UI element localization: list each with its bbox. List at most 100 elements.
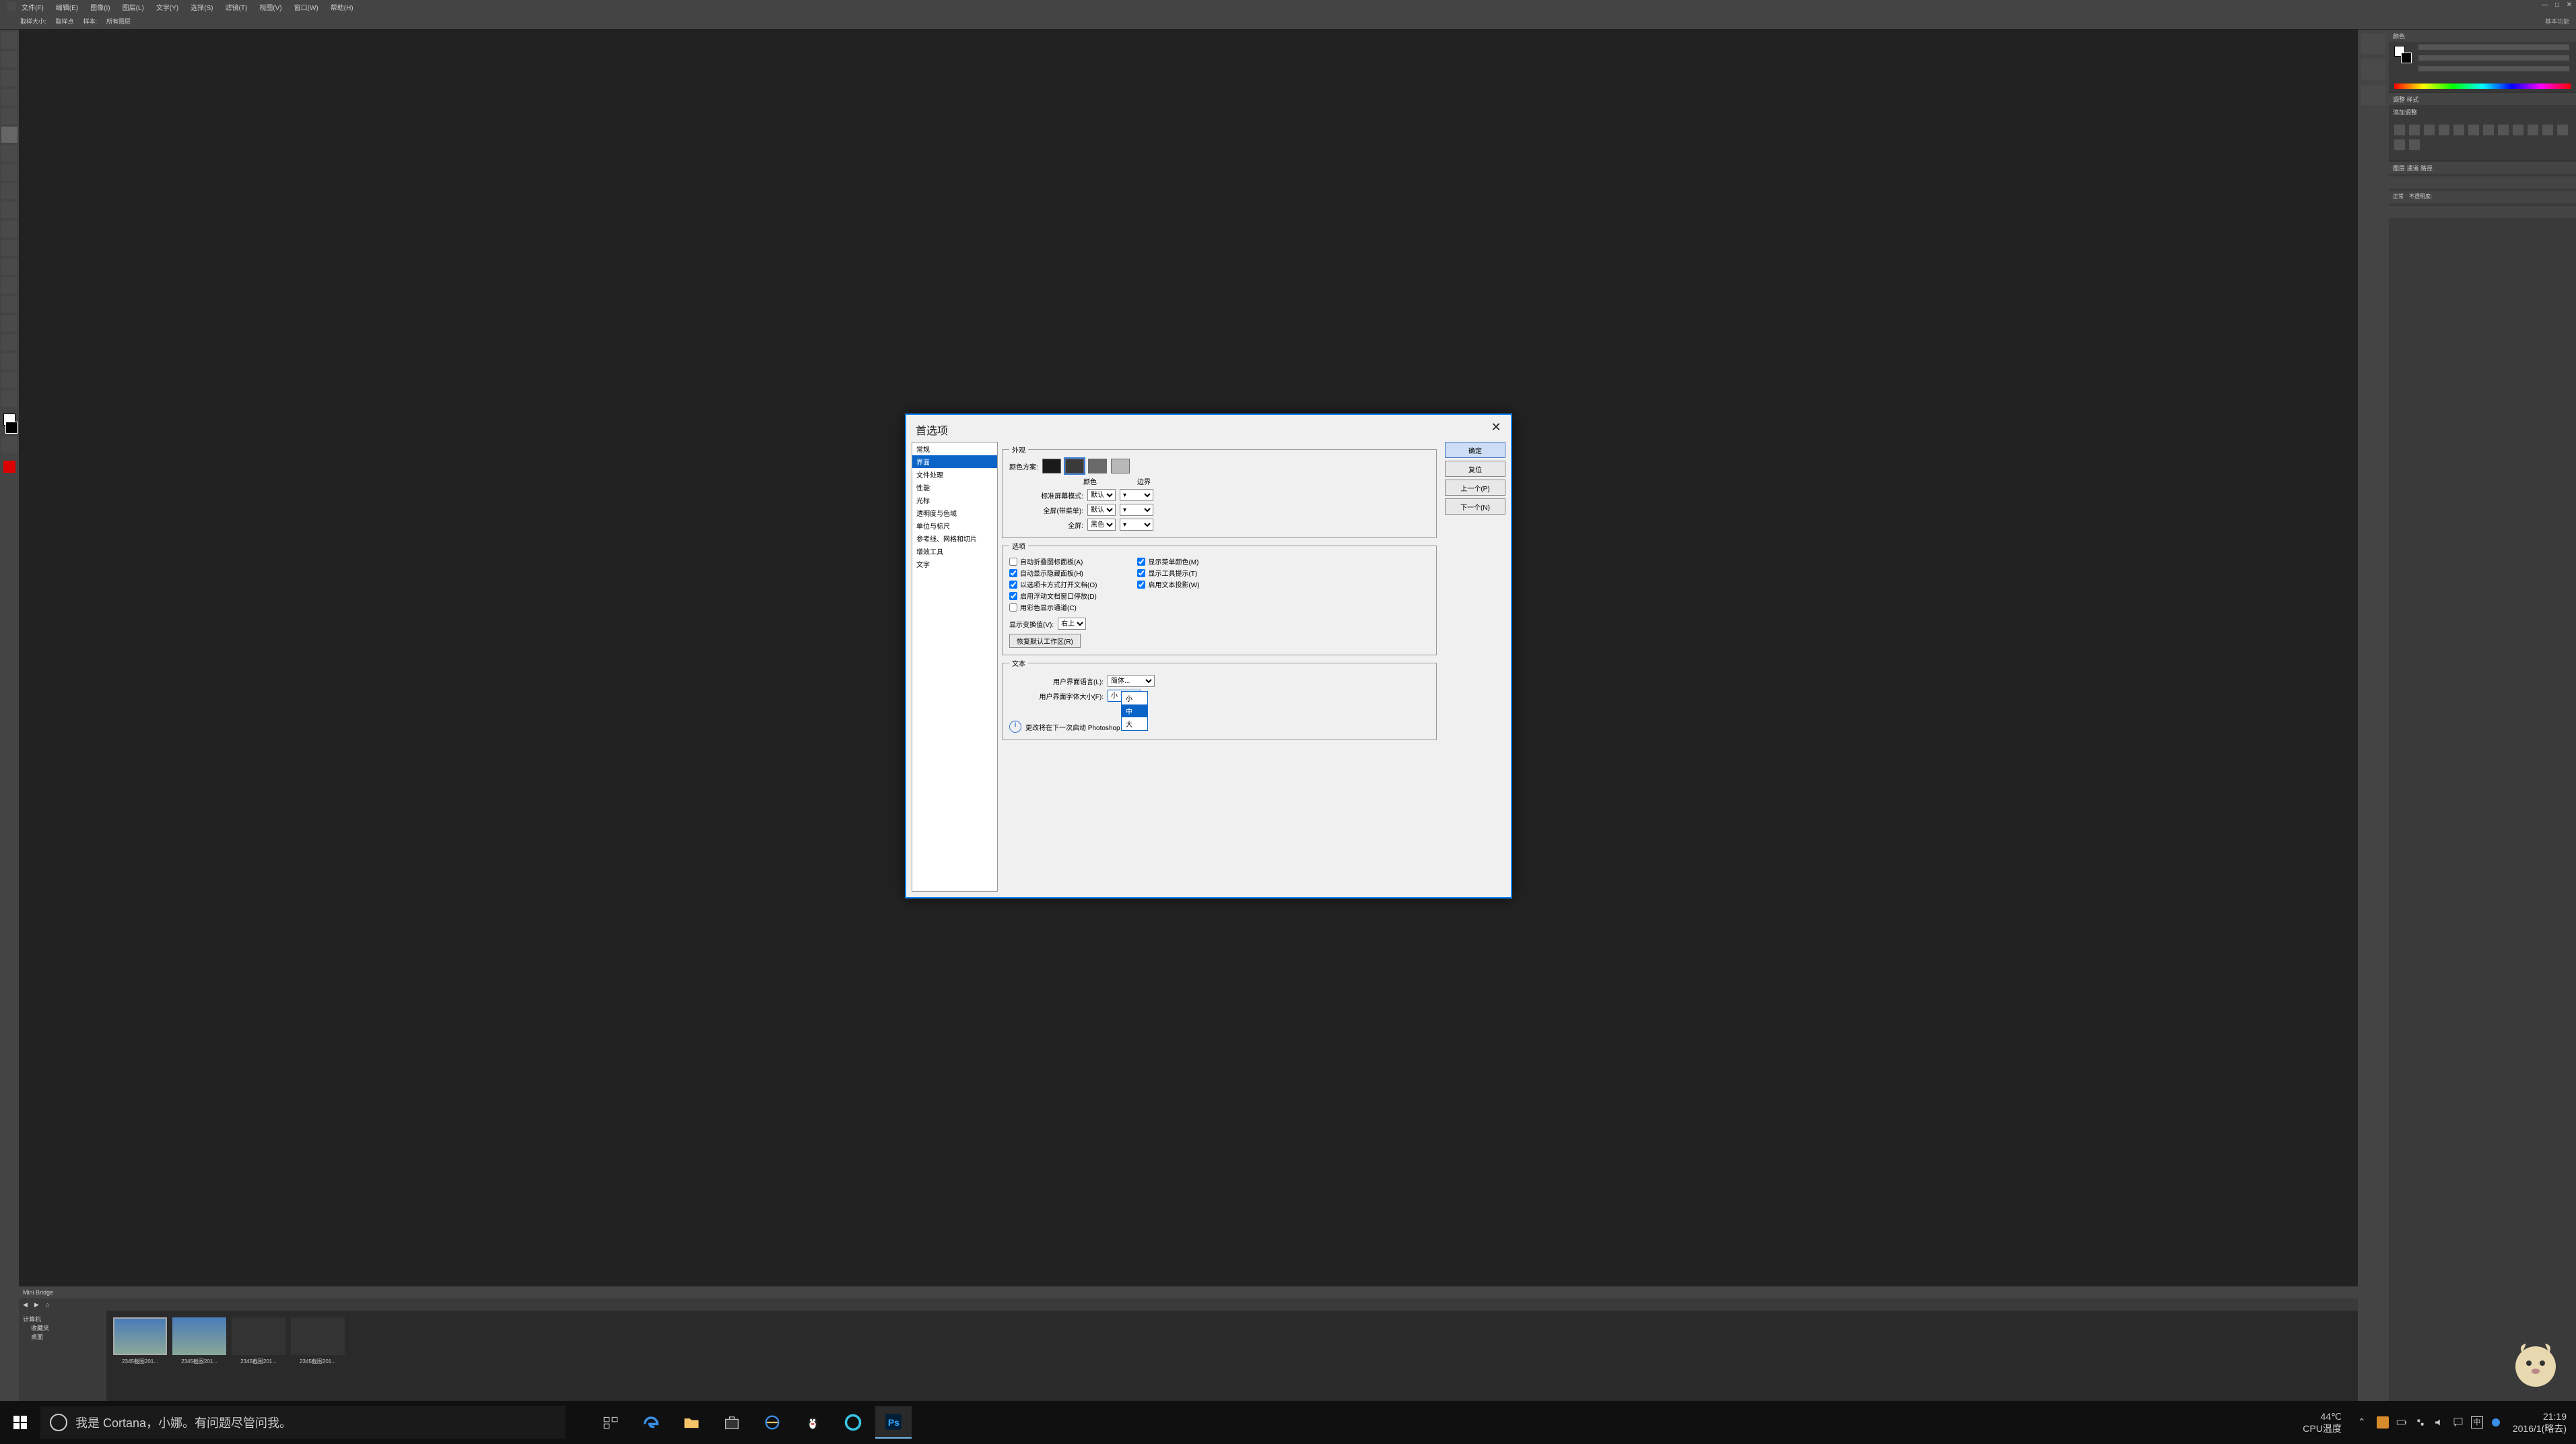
chk-text-shadow[interactable] [1137, 581, 1145, 589]
close-icon[interactable]: ✕ [2565, 1, 2573, 9]
opt-sample-value[interactable]: 取样点 [56, 17, 74, 26]
workspace-switcher[interactable]: 基本功能 [2545, 17, 2569, 26]
cancel-button[interactable]: 复位 [1445, 461, 1505, 477]
gradient-map-icon[interactable] [2394, 139, 2405, 150]
screen-mode-icon[interactable] [3, 461, 15, 473]
photoshop-app-icon[interactable]: Ps [875, 1406, 912, 1439]
eraser-tool-icon[interactable] [1, 221, 18, 237]
adjustments-panel-tab[interactable]: 调整 样式 [2389, 93, 2576, 105]
stamp-tool-icon[interactable] [1, 183, 18, 199]
menu-window[interactable]: 窗口(W) [294, 2, 318, 12]
browser-app-icon[interactable] [835, 1406, 871, 1439]
task-view-icon[interactable] [592, 1406, 629, 1439]
dodge-tool-icon[interactable] [1, 277, 18, 294]
start-button[interactable] [4, 1406, 36, 1439]
quickmask-icon[interactable] [1, 436, 18, 453]
menu-filter[interactable]: 滤镜(T) [226, 2, 248, 12]
bridge-nav-icon[interactable]: ⌂ [46, 1301, 49, 1308]
menu-type[interactable]: 文字(Y) [156, 2, 178, 12]
selective-color-icon[interactable] [2409, 139, 2420, 150]
hand-tool-icon[interactable] [1, 372, 18, 388]
paragraph-dock-icon[interactable] [2361, 85, 2385, 105]
full-border-select[interactable]: ▾ [1120, 519, 1153, 531]
pref-cat-guides[interactable]: 参考线、网格和切片 [912, 532, 997, 545]
reset-workspace-button[interactable]: 恢复默认工作区(R) [1009, 634, 1081, 648]
layer-lock-row[interactable] [2389, 206, 2576, 218]
history-brush-tool-icon[interactable] [1, 202, 18, 218]
menu-select[interactable]: 选择(S) [191, 2, 213, 12]
move-tool-icon[interactable] [1, 32, 18, 48]
layer-blend-row[interactable]: 正常 不透明度: [2389, 191, 2576, 203]
pref-cat-cursors[interactable]: 光标 [912, 494, 997, 506]
type-tool-icon[interactable] [1, 315, 18, 331]
path-tool-icon[interactable] [1, 334, 18, 350]
temp-widget[interactable]: 44℃ CPU温度 [2303, 1410, 2342, 1435]
chk-channels-color[interactable] [1009, 603, 1017, 612]
scheme-swatch-1[interactable] [1042, 459, 1061, 473]
explorer-app-icon[interactable] [673, 1406, 710, 1439]
invert-icon[interactable] [2528, 125, 2538, 135]
full-color-select[interactable]: 黑色 [1087, 519, 1116, 531]
next-button[interactable]: 下一个(N) [1445, 498, 1505, 515]
pref-cat-general[interactable]: 常规 [912, 442, 997, 455]
pref-cat-filehandling[interactable]: 文件处理 [912, 468, 997, 481]
tray-notifications-icon[interactable] [2452, 1416, 2464, 1429]
cortana-search[interactable]: 我是 Cortana，小娜。有问题尽管问我。 [40, 1406, 566, 1439]
wand-tool-icon[interactable] [1, 89, 18, 105]
pref-cat-transparency[interactable]: 透明度与色域 [912, 506, 997, 519]
color-bg-swatch[interactable] [2401, 53, 2412, 63]
size-option-large[interactable]: 大 [1122, 717, 1147, 730]
chk-open-tabs[interactable] [1009, 581, 1017, 589]
scheme-swatch-4[interactable] [1111, 459, 1130, 473]
thumbnail-item[interactable]: 2345截图201... [113, 1317, 167, 1394]
size-option-small[interactable]: 小 [1122, 692, 1147, 704]
sidebar-favorites[interactable]: 收藏夹 [23, 1323, 102, 1332]
hue-ramp[interactable] [2394, 84, 2571, 89]
blur-tool-icon[interactable] [1, 259, 18, 275]
layers-panel-tab[interactable]: 图层 通道 路径 [2389, 162, 2576, 174]
opt-sample2-value[interactable]: 所有图层 [106, 17, 131, 26]
channel-mixer-icon[interactable] [2513, 125, 2523, 135]
layer-filter-row[interactable] [2389, 176, 2576, 189]
menu-help[interactable]: 帮助(H) [331, 2, 353, 12]
std-screen-color-select[interactable]: 默认 [1087, 489, 1116, 501]
vibrance-icon[interactable] [2453, 125, 2464, 135]
tray-battery-icon[interactable] [2396, 1416, 2408, 1429]
sidebar-desktop[interactable]: 桌面 [23, 1332, 102, 1341]
ui-lang-select[interactable]: 简体... [1108, 675, 1155, 687]
tray-network-icon[interactable] [2414, 1416, 2427, 1429]
menu-edit[interactable]: 编辑(E) [56, 2, 78, 12]
prev-button[interactable]: 上一个(P) [1445, 480, 1505, 496]
desktop-mascot[interactable] [2502, 1330, 2569, 1397]
fullmenu-border-select[interactable]: ▾ [1120, 504, 1153, 516]
chk-float-dock[interactable] [1009, 592, 1017, 600]
pen-tool-icon[interactable] [1, 296, 18, 313]
eyedropper-tool-icon[interactable] [1, 127, 18, 143]
dialog-close-icon[interactable]: ✕ [1488, 420, 1504, 436]
mini-bridge-tab[interactable]: Mini Bridge [19, 1286, 2358, 1299]
history-dock-icon[interactable] [2361, 34, 2385, 54]
exposure-icon[interactable] [2439, 125, 2449, 135]
color-sliders[interactable] [2418, 44, 2569, 77]
blend-mode-value[interactable]: 正常 [2393, 193, 2404, 202]
tray-ime-badge[interactable]: 中 [2471, 1416, 2483, 1429]
chk-tooltips[interactable] [1137, 569, 1145, 577]
background-color-swatch[interactable] [5, 422, 18, 434]
scheme-swatch-3[interactable] [1088, 459, 1107, 473]
show-transform-select[interactable]: 右上 [1058, 618, 1086, 630]
zoom-tool-icon[interactable] [1, 391, 18, 407]
lasso-tool-icon[interactable] [1, 70, 18, 86]
minimize-icon[interactable]: — [2541, 1, 2549, 9]
chk-auto-collapse[interactable] [1009, 558, 1017, 566]
edge-app-icon[interactable] [633, 1406, 669, 1439]
qq-app-icon[interactable] [794, 1406, 831, 1439]
crop-tool-icon[interactable] [1, 108, 18, 124]
hue-icon[interactable] [2468, 125, 2479, 135]
store-app-icon[interactable] [714, 1406, 750, 1439]
tray-security-icon[interactable] [2490, 1416, 2502, 1429]
tray-chevron-icon[interactable]: ⌃ [2358, 1416, 2370, 1429]
ok-button[interactable]: 确定 [1445, 442, 1505, 458]
posterize-icon[interactable] [2542, 125, 2553, 135]
thumbnail-item[interactable]: 2345截图201... [232, 1317, 285, 1394]
sidebar-computer[interactable]: 计算机 [23, 1315, 102, 1323]
